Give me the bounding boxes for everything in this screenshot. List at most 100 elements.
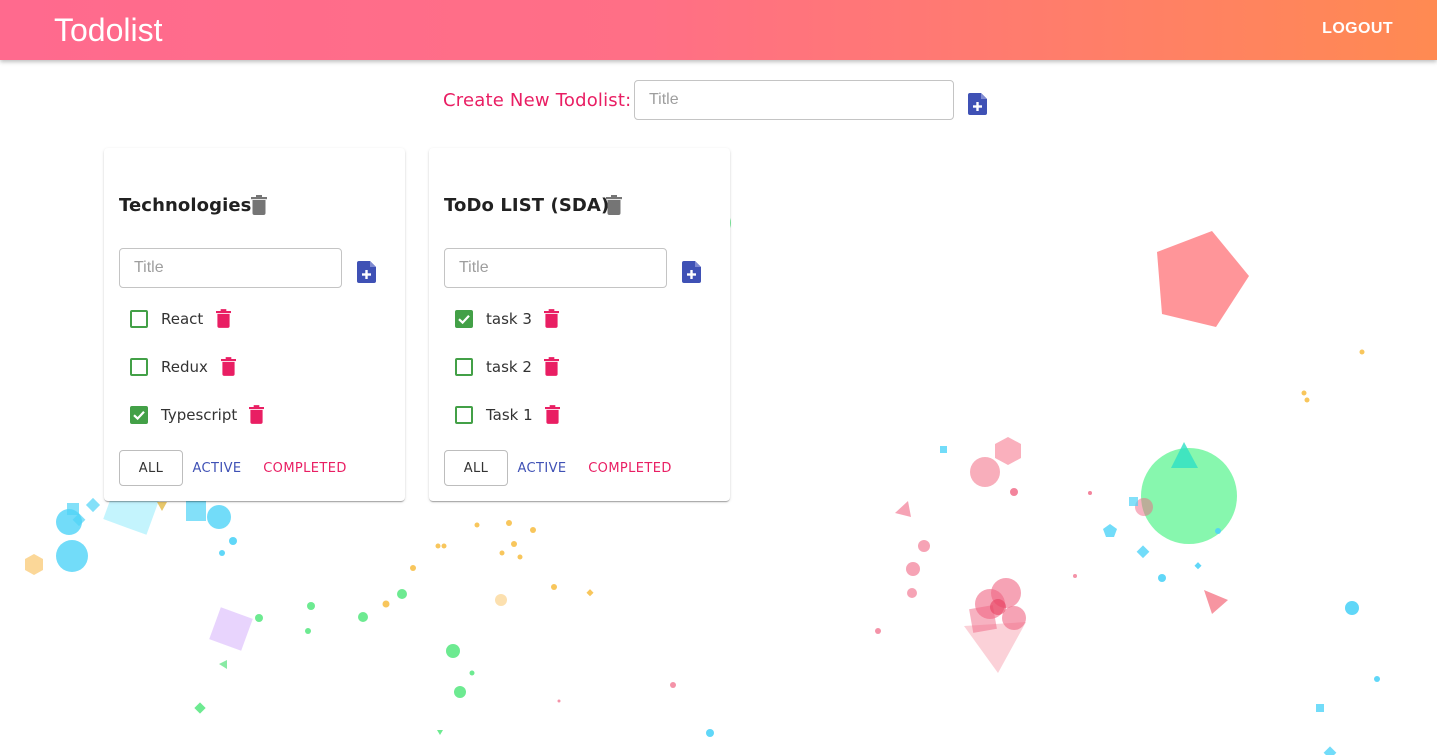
particle-dot	[517, 554, 523, 560]
particle-diamond	[85, 497, 101, 513]
check-icon	[458, 315, 470, 325]
task-checkbox[interactable]	[130, 358, 148, 376]
delete-task-button[interactable]	[215, 309, 231, 329]
trash-icon	[215, 309, 231, 328]
particle-dot	[229, 537, 237, 545]
task-checkbox[interactable]	[455, 310, 473, 328]
particle-dot	[1304, 397, 1310, 403]
particle-diamond	[1194, 562, 1202, 570]
particle-dot	[1010, 488, 1018, 496]
particle-dot	[255, 614, 263, 622]
trash-icon	[543, 357, 559, 376]
trash-icon	[248, 405, 264, 424]
particle-dot	[506, 520, 512, 526]
particle-dot	[1073, 574, 1077, 578]
particle-dot	[557, 699, 561, 703]
particle-dot	[551, 584, 557, 590]
task-checkbox[interactable]	[455, 358, 473, 376]
note-add-icon	[357, 261, 376, 283]
particle-dot	[219, 550, 225, 556]
particle-diamond	[586, 589, 594, 597]
particle-dot	[474, 522, 480, 528]
particle-square	[67, 503, 79, 515]
particle-dot	[495, 594, 507, 606]
app-title: Todolist	[54, 12, 163, 48]
filter-active-button[interactable]: ACTIVE	[185, 450, 249, 486]
trash-icon	[251, 195, 267, 215]
todolist-card-technologies: Technologies React Redux	[104, 148, 405, 501]
delete-task-button[interactable]	[248, 405, 264, 425]
particle-dot	[907, 588, 917, 598]
particle-dot	[56, 540, 88, 572]
particle-dot	[970, 457, 1000, 487]
particle-dot	[1374, 676, 1380, 682]
task-checkbox[interactable]	[455, 406, 473, 424]
particle-dot	[410, 565, 416, 571]
delete-task-button[interactable]	[543, 357, 559, 377]
delete-todolist-button[interactable]	[249, 195, 269, 217]
particle-dot	[1359, 349, 1365, 355]
particle-dot	[1088, 491, 1092, 495]
particle-dot	[397, 589, 407, 599]
particle-hexagon	[995, 437, 1021, 465]
add-task-button[interactable]	[680, 260, 704, 284]
trash-icon	[543, 309, 559, 328]
particle-diamond	[194, 702, 206, 714]
task-label: React	[161, 310, 204, 328]
particle-dot	[1345, 601, 1359, 615]
delete-task-button[interactable]	[543, 309, 559, 329]
particle-dot	[435, 543, 441, 549]
task-checkbox[interactable]	[130, 406, 148, 424]
particle-dot	[990, 599, 1006, 615]
particle-hexagon	[25, 554, 43, 575]
delete-todolist-button[interactable]	[604, 195, 624, 217]
particle-triangle	[895, 501, 911, 517]
filter-active-button[interactable]: ACTIVE	[510, 450, 574, 486]
particle-dot	[454, 686, 466, 698]
particle-dot	[307, 602, 315, 610]
filter-completed-button[interactable]: COMPLETED	[578, 450, 682, 486]
particle-dot	[305, 628, 311, 634]
task-label: Typescript	[161, 406, 238, 424]
particle-dot	[875, 628, 881, 634]
add-task-button[interactable]	[355, 260, 379, 284]
trash-icon	[544, 405, 560, 424]
particle-triangle	[437, 730, 443, 735]
particle-dot	[1215, 528, 1221, 534]
trash-icon	[606, 195, 622, 215]
particle-dot	[1301, 390, 1307, 396]
todolist-card-todo-list-sda: ToDo LIST (SDA) task 3	[429, 148, 730, 501]
task-label: task 2	[486, 358, 532, 376]
add-task-title-input[interactable]	[119, 248, 342, 288]
particle-dot	[1158, 574, 1166, 582]
particle-diamond	[1136, 545, 1150, 559]
task-checkbox[interactable]	[130, 310, 148, 328]
app-bar: Todolist LOGOUT	[0, 0, 1437, 60]
filter-completed-button[interactable]: COMPLETED	[253, 450, 357, 486]
todolist-title: ToDo LIST (SDA)	[444, 195, 610, 216]
task-label: Redux	[161, 358, 208, 376]
particle-square	[1316, 704, 1324, 712]
logout-button[interactable]: LOGOUT	[1322, 20, 1393, 38]
todolist-title: Technologies	[119, 195, 252, 216]
particle-dot	[670, 682, 676, 688]
delete-task-button[interactable]	[220, 357, 236, 377]
create-todolist-add-button[interactable]	[966, 92, 990, 116]
particle-pentagon	[1157, 231, 1249, 327]
particle-dot	[499, 550, 505, 556]
particle-dot	[1002, 606, 1026, 630]
particle-dot	[706, 729, 714, 737]
particle-square	[940, 446, 947, 453]
task-label: Task 1	[486, 406, 533, 424]
particle-pentagon	[1103, 524, 1117, 537]
particle-diamond	[1323, 746, 1337, 755]
particle-triangle	[157, 502, 167, 511]
add-task-title-input[interactable]	[444, 248, 667, 288]
create-todolist-title-input[interactable]	[634, 80, 954, 120]
particle-dot	[530, 527, 536, 533]
delete-task-button[interactable]	[544, 405, 560, 425]
particle-square	[186, 501, 206, 521]
particle-dot	[382, 600, 390, 608]
filter-all-button[interactable]: ALL	[444, 450, 508, 486]
filter-all-button[interactable]: ALL	[119, 450, 183, 486]
